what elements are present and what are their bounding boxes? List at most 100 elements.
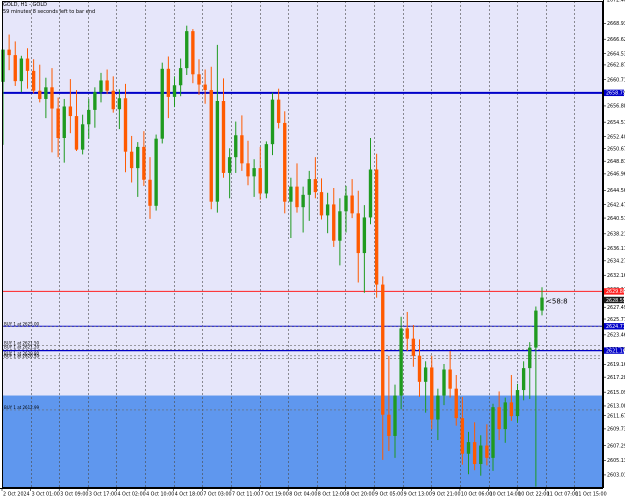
price-chart[interactable]: BUY 1 at 2625.00BUY 1 at 2621.50BUY 1 at… xyxy=(0,0,625,500)
candle-bear xyxy=(405,328,409,339)
candle-bull xyxy=(344,195,348,212)
price-tick-label: 2605.13 xyxy=(607,458,625,464)
candle-bull xyxy=(234,135,238,158)
candle-bear xyxy=(25,58,30,71)
candle-bear xyxy=(430,367,434,420)
price-tick-label: 2644.56 xyxy=(607,188,625,194)
candle-bull xyxy=(528,347,532,369)
candle-bear xyxy=(129,151,134,169)
candle-bear xyxy=(356,213,360,254)
price-tick-label: 2613.08 xyxy=(607,404,625,410)
price-tick-label: 2666.62 xyxy=(607,37,625,43)
candle-bear xyxy=(68,106,73,117)
chart-window[interactable]: BUY 1 at 2625.00 BUY 1 at 2621.50 BUY 1 at… xyxy=(0,0,625,500)
price-tick-label: 2636.11 xyxy=(607,246,625,252)
time-tick-label: 4 Oct 02:00 xyxy=(117,492,145,498)
candle-bull xyxy=(215,101,220,202)
candle-bull xyxy=(362,217,367,254)
candle-bull xyxy=(325,204,330,216)
candle-bear xyxy=(411,338,416,356)
price-marker-label: 2628.55 xyxy=(606,298,625,304)
candle-bull xyxy=(466,442,471,454)
candle-bear xyxy=(497,407,501,430)
price-tick-label: 2623.46 xyxy=(607,333,625,339)
candle-bear xyxy=(148,179,152,206)
price-tick-label: 2650.67 xyxy=(607,146,625,152)
candle-bear xyxy=(381,284,385,415)
price-tick-label: 2603.01 xyxy=(607,473,625,479)
price-tick-label: 2640.51 xyxy=(607,216,625,222)
price-tick-label: 2646.96 xyxy=(607,172,625,178)
candle-bear xyxy=(485,445,489,458)
price-tick-label: 2672.40 xyxy=(607,0,625,3)
time-tick-label: 9 Oct 21:00 xyxy=(432,492,460,498)
price-tick-label: 2660.71 xyxy=(607,78,625,84)
candle-bull xyxy=(227,157,232,173)
candle-bull xyxy=(436,395,440,420)
candle-bull xyxy=(62,106,66,138)
candle-bear xyxy=(313,179,318,193)
price-marker-label: 2624.71 xyxy=(606,324,625,330)
candle-bear xyxy=(448,369,452,389)
candle-bull xyxy=(117,98,122,110)
candle-bull xyxy=(338,211,342,241)
order-label: BUY 1 at 2621.20 xyxy=(4,345,39,350)
candle-bull xyxy=(160,68,164,139)
candle-bull xyxy=(307,179,311,195)
candle-bear xyxy=(319,192,324,216)
candle-bear xyxy=(460,418,465,454)
price-tick-label: 2654.51 xyxy=(607,120,625,126)
time-tick-label: 10 Oct 14:00 xyxy=(490,492,521,498)
price-tick-label: 2664.53 xyxy=(607,51,625,57)
price-tick-label: 2652.40 xyxy=(607,134,625,140)
candle-bull xyxy=(479,445,483,465)
chart-header: GOLD, H1 - GOLD 59 minutes 8 seconds lef… xyxy=(3,2,95,16)
candle-bear xyxy=(417,355,422,382)
candle-bull xyxy=(185,31,189,69)
candle-bear xyxy=(387,414,391,436)
time-tick-label: 4 Oct 18:00 xyxy=(175,492,203,498)
candle-bear xyxy=(105,80,109,91)
price-tick-label: 2662.87 xyxy=(607,63,625,69)
price-tick-label: 2638.21 xyxy=(607,232,625,238)
candle-bear xyxy=(31,70,36,91)
candle-bear xyxy=(203,84,207,91)
candle-bear xyxy=(509,402,514,417)
candle-bull xyxy=(534,310,538,348)
time-tick-label: 10 Oct 22:00 xyxy=(518,492,549,498)
candle-bull xyxy=(19,58,24,82)
symbol-label: GOLD, H1 - GOLD xyxy=(3,2,47,8)
bar-timer-label: 59 minutes 8 seconds left to bar end xyxy=(3,9,96,15)
candle-bull xyxy=(264,144,269,194)
price-tick-label: 2609.73 xyxy=(607,427,625,433)
candle-bull xyxy=(515,390,520,417)
candle-bull xyxy=(540,297,544,311)
candle-bull xyxy=(172,85,177,97)
price-marker-label: 2629.80 xyxy=(606,289,625,295)
candle-bear xyxy=(191,31,195,75)
candle-bull xyxy=(442,369,446,396)
order-label: BUY 1 at 2620.50 xyxy=(4,354,39,359)
time-tick-label: 3 Oct 17:00 xyxy=(89,492,117,498)
price-tick-label: 2632.16 xyxy=(607,273,625,279)
price-tick-label: 2617.28 xyxy=(607,375,625,381)
price-tick-label: 2615.09 xyxy=(607,390,625,396)
order-label: BUY 1 at 2625.00 xyxy=(4,321,39,326)
time-tick-label: 2 Oct 2024 xyxy=(3,492,30,498)
candle-bull xyxy=(503,402,507,430)
candle-bear xyxy=(240,135,244,164)
price-tick-label: 2648.81 xyxy=(607,159,625,165)
candle-bull xyxy=(93,92,97,110)
price-tick-label: 2642.47 xyxy=(607,202,625,208)
price-tick-label: 2634.27 xyxy=(607,259,625,265)
candle-bull xyxy=(521,368,526,391)
candle-bear xyxy=(38,90,42,99)
candle-bear xyxy=(221,101,226,173)
time-tick-label: 7 Oct 19:00 xyxy=(261,492,289,498)
price-tick-label: 2668.93 xyxy=(607,21,625,27)
current-price-timer: <58:8 xyxy=(546,298,568,306)
candle-bull xyxy=(80,124,85,150)
time-tick-label: 3 Oct 01:00 xyxy=(32,492,60,498)
candle-bull xyxy=(393,395,397,436)
candle-bull xyxy=(270,99,275,145)
